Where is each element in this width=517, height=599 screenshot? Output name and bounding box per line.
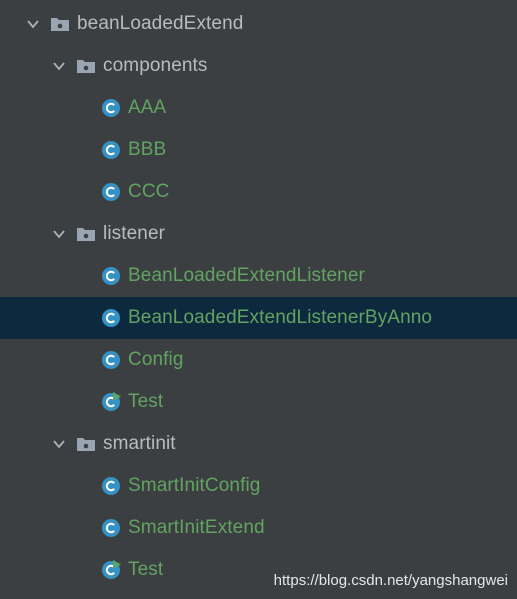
class-icon — [101, 140, 121, 160]
tree-item-label: BeanLoadedExtendListenerByAnno — [128, 307, 433, 328]
class-icon — [101, 98, 121, 118]
watermark-text: https://blog.csdn.net/yangshangwei — [273, 572, 508, 589]
tree-item-test[interactable]: Test — [0, 381, 517, 423]
chevron-down-icon[interactable] — [52, 59, 66, 73]
package-folder-icon — [76, 226, 96, 242]
project-tree: beanLoadedExtend components AAA BBB CCC — [0, 0, 517, 599]
class-icon — [101, 266, 121, 286]
tree-node-label: listener — [103, 223, 166, 244]
chevron-down-icon[interactable] — [26, 17, 40, 31]
class-icon — [101, 476, 121, 496]
tree-node-label: components — [103, 55, 208, 76]
class-icon — [101, 308, 121, 328]
runnable-class-icon — [101, 392, 121, 412]
chevron-down-icon[interactable] — [52, 227, 66, 241]
tree-node-listener[interactable]: listener — [0, 213, 517, 255]
runnable-class-icon — [101, 560, 121, 580]
tree-item-beanloadedextendlistenerbyanno[interactable]: BeanLoadedExtendListenerByAnno — [0, 297, 517, 339]
tree-item-smartinitextend[interactable]: SmartInitExtend — [0, 507, 517, 549]
class-icon — [101, 518, 121, 538]
class-icon — [101, 350, 121, 370]
package-folder-icon — [76, 58, 96, 74]
package-folder-icon — [76, 436, 96, 452]
tree-item-ccc[interactable]: CCC — [0, 171, 517, 213]
tree-node-components[interactable]: components — [0, 45, 517, 87]
tree-node-smartinit[interactable]: smartinit — [0, 423, 517, 465]
tree-item-config[interactable]: Config — [0, 339, 517, 381]
class-icon — [101, 182, 121, 202]
tree-item-beanloadedextendlistener[interactable]: BeanLoadedExtendListener — [0, 255, 517, 297]
tree-item-label: CCC — [128, 181, 170, 202]
tree-item-smartinitconfig[interactable]: SmartInitConfig — [0, 465, 517, 507]
tree-item-bbb[interactable]: BBB — [0, 129, 517, 171]
tree-node-label: beanLoadedExtend — [77, 13, 244, 34]
package-folder-icon — [50, 16, 70, 32]
tree-item-label: SmartInitExtend — [128, 517, 265, 538]
tree-item-label: Test — [128, 559, 164, 580]
tree-item-label: BBB — [128, 139, 167, 160]
tree-item-label: AAA — [128, 97, 167, 118]
tree-item-label: Test — [128, 391, 164, 412]
tree-item-label: Config — [128, 349, 184, 370]
tree-item-label: BeanLoadedExtendListener — [128, 265, 365, 286]
tree-node-label: smartinit — [103, 433, 176, 454]
tree-item-label: SmartInitConfig — [128, 475, 261, 496]
chevron-down-icon[interactable] — [52, 437, 66, 451]
tree-item-aaa[interactable]: AAA — [0, 87, 517, 129]
tree-node-beanloadedextend[interactable]: beanLoadedExtend — [0, 3, 517, 45]
